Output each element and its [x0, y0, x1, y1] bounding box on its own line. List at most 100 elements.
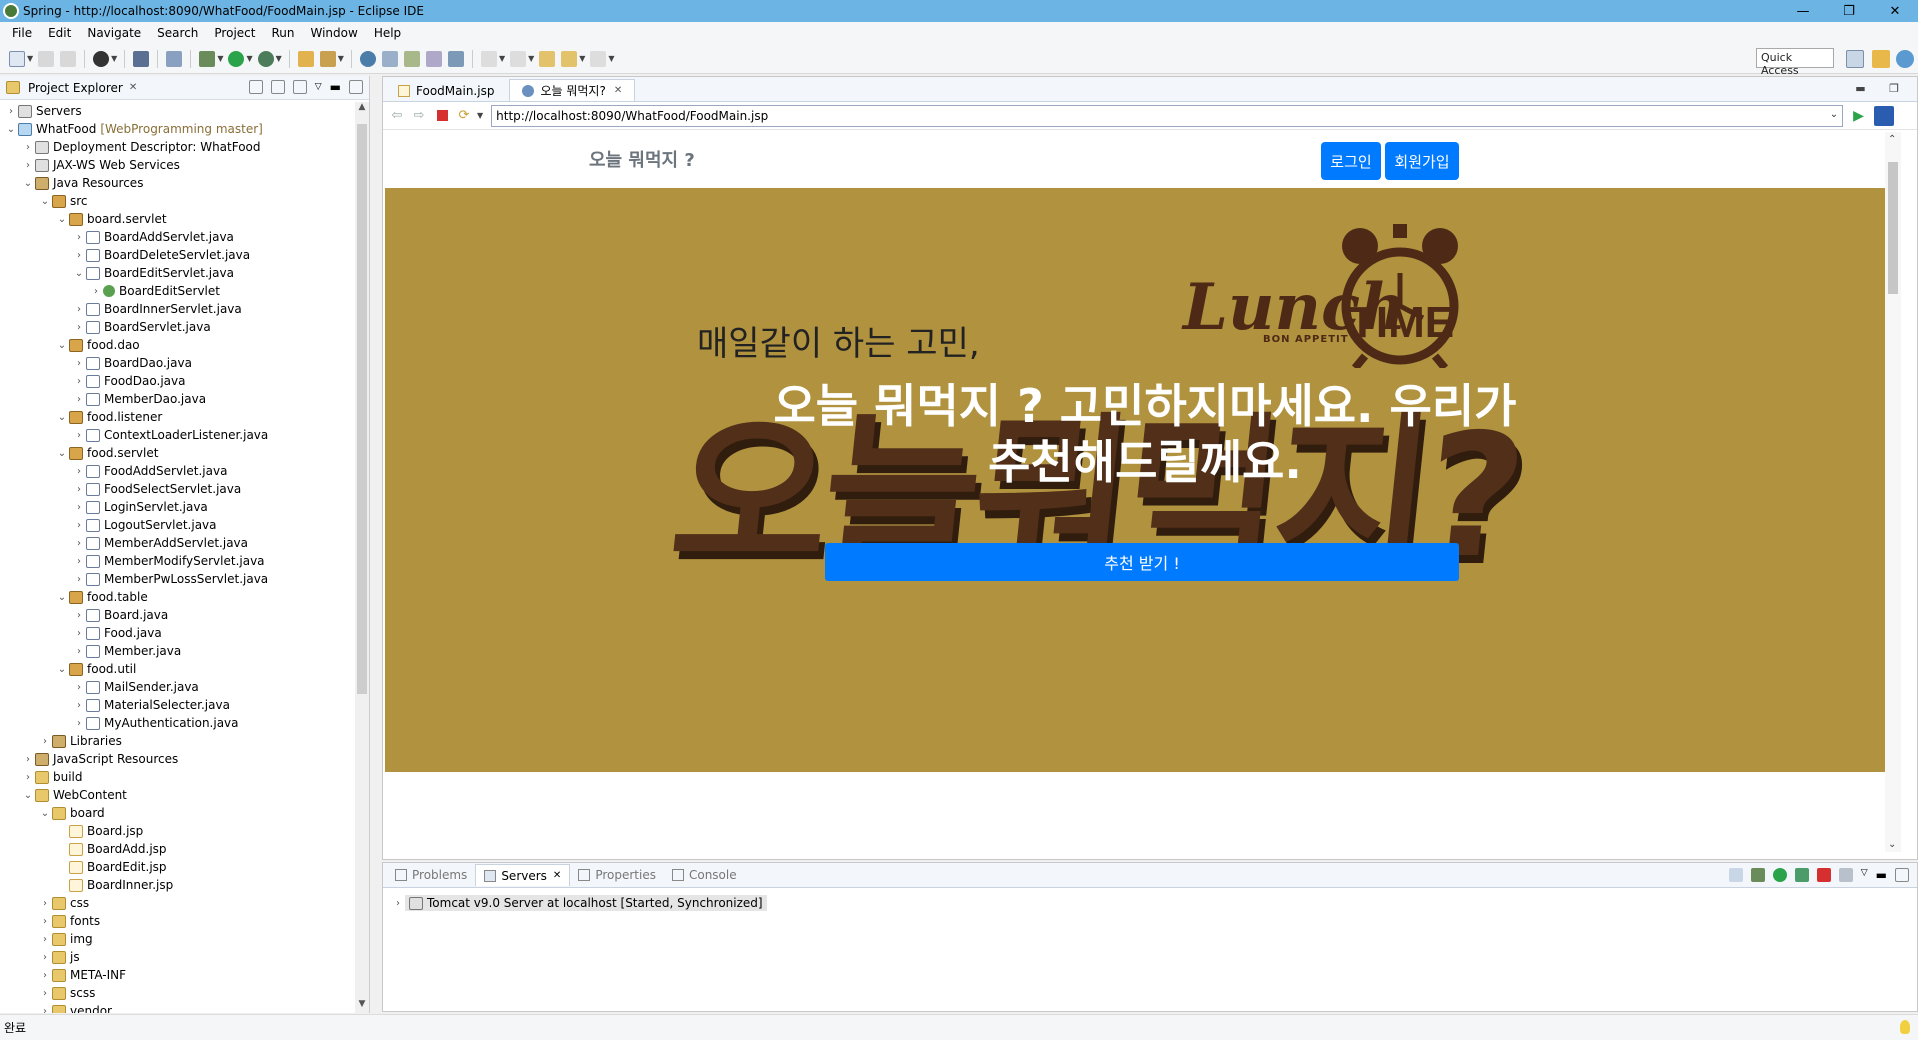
scroll-down-icon[interactable]: ⌄ — [1888, 839, 1896, 850]
tree-item[interactable]: › BoardServlet.java — [0, 318, 356, 336]
chevron-right-icon[interactable]: › — [38, 988, 52, 999]
view-menu-icon[interactable]: ▽ — [315, 82, 322, 92]
tree-item[interactable]: ⌄ WebContent — [0, 786, 356, 804]
chevron-down-icon[interactable]: ⌄ — [55, 340, 69, 351]
chevron-right-icon[interactable]: › — [38, 1006, 52, 1014]
open-folder-icon[interactable] — [297, 50, 314, 67]
publish-icon[interactable] — [1838, 868, 1853, 882]
tree-item[interactable]: › JAX-WS Web Services — [0, 156, 356, 174]
tree-item[interactable]: › img — [0, 930, 356, 948]
tab-problems[interactable]: Problems — [387, 864, 475, 886]
terminal-icon[interactable] — [133, 50, 150, 67]
tree-item[interactable]: BoardInner.jsp — [0, 876, 356, 894]
prev-annotation-icon[interactable] — [510, 50, 527, 67]
close-tab-icon[interactable]: ✕ — [614, 85, 622, 96]
link-editor-icon[interactable] — [270, 80, 285, 94]
tree-item[interactable]: ⌄ Java Resources — [0, 174, 356, 192]
chevron-right-icon[interactable]: › — [72, 628, 86, 639]
tree-item[interactable]: BoardAdd.jsp — [0, 840, 356, 858]
signup-button[interactable]: 회원가입 — [1385, 142, 1459, 180]
chevron-right-icon[interactable]: › — [72, 430, 86, 441]
stop-icon[interactable] — [437, 110, 448, 121]
profile-icon[interactable] — [93, 50, 110, 67]
close-tab-icon[interactable]: ✕ — [553, 870, 561, 881]
menu-file[interactable]: File — [4, 26, 40, 40]
page-scroll-thumb[interactable] — [1888, 162, 1898, 294]
chevron-right-icon[interactable]: › — [72, 538, 86, 549]
chevron-right-icon[interactable]: › — [4, 106, 18, 117]
chevron-right-icon[interactable]: › — [72, 304, 86, 315]
quick-access-input[interactable]: Quick Access — [1756, 48, 1834, 77]
chevron-down-icon[interactable]: ⌄ — [55, 592, 69, 603]
chevron-down-icon[interactable]: ⌄ — [55, 664, 69, 675]
tree-item[interactable]: ⌄ food.dao — [0, 336, 356, 354]
go-icon[interactable]: ▶ — [1853, 108, 1864, 124]
maximize-button[interactable]: ❐ — [1826, 0, 1872, 22]
close-button[interactable]: ✕ — [1872, 0, 1918, 22]
back-arrow-icon[interactable]: ⇦ — [389, 108, 405, 123]
chevron-right-icon[interactable]: › — [72, 466, 86, 477]
tree-item[interactable]: ⌄ food.util — [0, 660, 356, 678]
tab-console[interactable]: Console — [664, 864, 745, 886]
chevron-right-icon[interactable]: › — [72, 556, 86, 567]
refresh-icon[interactable]: ⟳ — [456, 108, 472, 123]
tree-item[interactable]: › LoginServlet.java — [0, 498, 356, 516]
new-icon[interactable] — [9, 50, 25, 67]
site-brand[interactable]: 오늘 뭐먹지 ? — [589, 146, 695, 172]
filter-icon[interactable] — [292, 80, 307, 94]
chevron-right-icon[interactable]: › — [72, 484, 86, 495]
chevron-down-icon[interactable]: ⌄ — [55, 214, 69, 225]
chevron-right-icon[interactable]: › — [72, 718, 86, 729]
chevron-down-icon[interactable]: ⌄ — [55, 412, 69, 423]
tree-item[interactable]: › Servers — [0, 102, 356, 120]
chevron-down-icon[interactable]: ⌄ — [38, 808, 52, 819]
tree-item[interactable]: ⌄ BoardEditServlet.java — [0, 264, 356, 282]
profile-server-icon[interactable] — [1794, 868, 1809, 882]
tab-properties[interactable]: Properties — [570, 864, 664, 886]
tree-item[interactable]: › build — [0, 768, 356, 786]
tree-item[interactable]: ⌄ food.servlet — [0, 444, 356, 462]
chevron-right-icon[interactable]: › — [72, 250, 86, 261]
tree-item[interactable]: Board.jsp — [0, 822, 356, 840]
back-icon[interactable] — [561, 50, 578, 67]
java-ee-perspective-icon[interactable] — [1872, 50, 1890, 68]
chevron-right-icon[interactable]: › — [72, 376, 86, 387]
chevron-right-icon[interactable]: › — [38, 898, 52, 909]
chevron-right-icon[interactable]: › — [72, 502, 86, 513]
tab-browser[interactable]: 오늘 뭐먹지? ✕ — [509, 79, 636, 101]
minimize-view-icon[interactable]: ▬ — [1876, 868, 1887, 882]
tree-item[interactable]: › FoodDao.java — [0, 372, 356, 390]
tree-item[interactable]: › BoardEditServlet — [0, 282, 356, 300]
url-input[interactable]: http://localhost:8090/WhatFood/FoodMain.… — [491, 104, 1844, 127]
chevron-down-icon[interactable]: ⌄ — [38, 196, 52, 207]
run-icon[interactable] — [228, 50, 245, 67]
view-menu-icon[interactable]: ▽ — [1861, 868, 1868, 882]
tree-item[interactable]: › Libraries — [0, 732, 356, 750]
tree-item[interactable]: ⌄ src — [0, 192, 356, 210]
start-server-icon[interactable] — [1772, 868, 1787, 882]
tree-item[interactable]: › MailSender.java — [0, 678, 356, 696]
menu-project[interactable]: Project — [206, 26, 263, 40]
chevron-right-icon[interactable]: › — [21, 754, 35, 765]
tree-item[interactable]: › BoardDeleteServlet.java — [0, 246, 356, 264]
tree-item[interactable]: › scss — [0, 984, 356, 1002]
tree-item[interactable]: › Board.java — [0, 606, 356, 624]
menu-search[interactable]: Search — [149, 26, 206, 40]
chevron-down-icon[interactable]: ⌄ — [72, 268, 86, 279]
debug-icon[interactable] — [199, 50, 216, 67]
globe-icon[interactable] — [359, 50, 376, 67]
chevron-right-icon[interactable]: › — [72, 322, 86, 333]
tree-item[interactable]: ⌄ food.listener — [0, 408, 356, 426]
scroll-thumb[interactable] — [357, 124, 367, 694]
menu-edit[interactable]: Edit — [40, 26, 79, 40]
chevron-right-icon[interactable]: › — [21, 142, 35, 153]
chevron-right-icon[interactable]: › — [72, 520, 86, 531]
new-config-icon[interactable] — [425, 50, 442, 67]
collapse-all-icon[interactable] — [248, 80, 263, 94]
tip-bulb-icon[interactable] — [1900, 1020, 1910, 1034]
stop-server-icon[interactable] — [1816, 868, 1831, 882]
tree-item[interactable]: ⌄ food.table — [0, 588, 356, 606]
tree-item[interactable]: › FoodAddServlet.java — [0, 462, 356, 480]
deploy-icon[interactable] — [447, 50, 464, 67]
tree-item[interactable]: › JavaScript Resources — [0, 750, 356, 768]
